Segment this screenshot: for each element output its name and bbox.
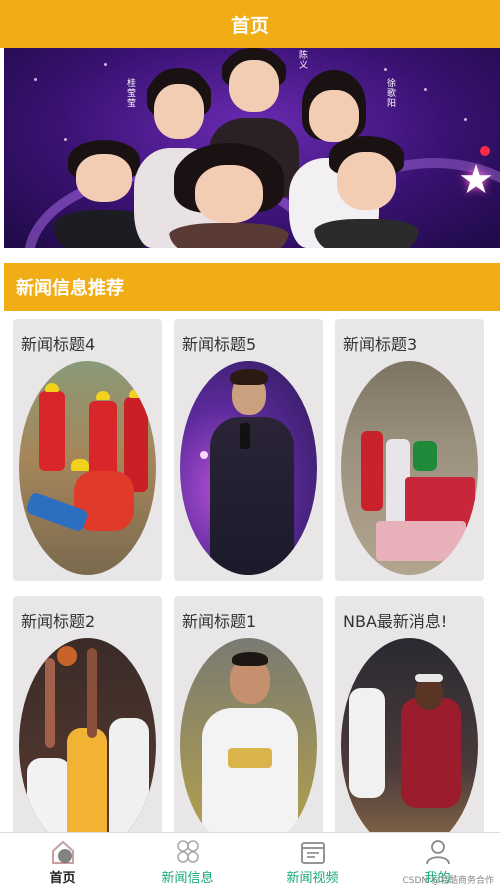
news-image	[341, 638, 478, 832]
page-title: 首页	[230, 14, 269, 37]
news-title: 新闻标题4	[21, 335, 96, 354]
news-title: 新闻标题1	[182, 612, 257, 631]
news-image	[180, 361, 317, 575]
tab-news-info[interactable]: 新闻信息	[125, 833, 250, 892]
banner-caption: 陈义	[297, 50, 307, 70]
news-card[interactable]: 新闻标题2	[13, 596, 162, 832]
user-icon	[425, 840, 450, 865]
news-image	[19, 638, 156, 832]
star-icon: ★	[458, 157, 494, 203]
banner-dot	[480, 146, 490, 156]
news-card[interactable]: 新闻标题1	[174, 596, 323, 832]
news-grid: 新闻标题4 新闻标题5 新闻标题3 新闻标题2 新闻标题1 NBA最新消息!	[0, 311, 500, 832]
section-title: 新闻信息推荐	[16, 278, 124, 299]
news-image	[341, 361, 478, 575]
news-card[interactable]: NBA最新消息!	[335, 596, 484, 832]
watermark: CSDN @易酷商务合作	[402, 876, 494, 886]
tab-label: 新闻信息	[161, 871, 214, 886]
news-card[interactable]: 新闻标题3	[335, 319, 484, 581]
tab-home[interactable]: 首页	[0, 833, 125, 892]
news-card[interactable]: 新闻标题4	[13, 319, 162, 581]
news-title: 新闻标题5	[182, 335, 257, 354]
section-header: 新闻信息推荐	[4, 263, 500, 311]
top-bar: 首页	[0, 0, 500, 48]
tab-label: 首页	[49, 871, 76, 886]
home-icon	[51, 840, 74, 864]
news-title: NBA最新消息!	[343, 612, 448, 631]
grid-icon	[176, 840, 199, 863]
tab-label: 新闻视频	[286, 871, 339, 886]
news-image	[180, 638, 317, 832]
calendar-icon	[300, 842, 325, 864]
banner-person	[314, 136, 419, 248]
news-title: 新闻标题2	[21, 612, 96, 631]
news-title: 新闻标题3	[343, 335, 418, 354]
banner-caption: 徐歌阳	[385, 78, 395, 108]
tab-news-video[interactable]: 新闻视频	[250, 833, 375, 892]
news-image	[19, 361, 156, 575]
banner-caption: 桂莹莹	[125, 78, 135, 108]
banner-person	[169, 143, 289, 248]
news-card[interactable]: 新闻标题5	[174, 319, 323, 581]
bottom-tab-bar: 首页 新闻信息 新闻视频 我的 CSDN @易酷商务合作	[0, 832, 500, 892]
banner-carousel[interactable]: 桂莹莹 徐歌阳 陈义 ★	[4, 48, 500, 248]
